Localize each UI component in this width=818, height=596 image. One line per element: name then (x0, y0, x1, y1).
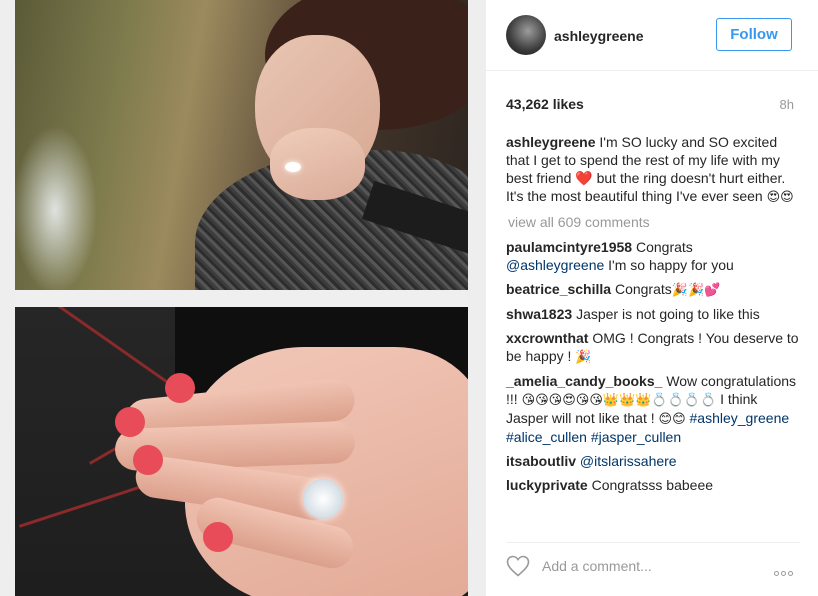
view-all-comments-link[interactable]: view all 609 comments (508, 213, 800, 231)
comment-text: Congratsss babeee (591, 477, 714, 493)
post-username[interactable]: ashleygreene (554, 28, 644, 44)
comment-text: I'm so happy for you (608, 257, 734, 273)
comment-author[interactable]: luckyprivate (506, 477, 588, 493)
comment-author[interactable]: paulamcintyre1958 (506, 239, 632, 255)
comment-author[interactable]: _amelia_candy_books_ (506, 373, 662, 389)
comment-item: shwa1823 Jasper is not going to like thi… (506, 305, 800, 323)
photo-nail (115, 407, 145, 437)
photo-ring-glint (285, 162, 301, 172)
post-timestamp[interactable]: 8h (780, 97, 794, 112)
heart-eyes-emoji: 😍😍 (766, 189, 794, 204)
photo-nail (165, 373, 195, 403)
party-emoji: 🎉🎉💕 (671, 282, 721, 297)
post-photo[interactable] (0, 0, 486, 596)
photo-bottom-ring-hand (15, 307, 468, 596)
photo-engagement-ring (303, 479, 343, 519)
smile-emoji: 😊😊 (658, 411, 686, 426)
comment-item: paulamcintyre1958 Congrats @ashleygreene… (506, 238, 800, 274)
comment-mention[interactable]: @itslarissahere (580, 453, 677, 469)
photo-stripe (22, 307, 188, 398)
comment-text: Jasper is not going to like this (576, 306, 760, 322)
photo-nail (133, 445, 163, 475)
comment-footer (506, 542, 800, 583)
hashtag-link[interactable]: #jasper_cullen (591, 429, 681, 445)
post-side-panel: ashleygreene Follow 43,262 likes 8h ashl… (486, 0, 818, 596)
comment-item: xxcrownthat OMG ! Congrats ! You deserve… (506, 329, 800, 366)
caption: ashleygreene I'm SO lucky and SO excited… (506, 133, 800, 206)
comment-text: Congrats (614, 281, 672, 297)
follow-button[interactable]: Follow (716, 18, 792, 51)
add-comment-input[interactable] (540, 555, 754, 577)
comment-author[interactable]: itsaboutliv (506, 453, 576, 469)
photo-divider (15, 290, 468, 307)
party-emoji: 🎉 (575, 349, 592, 364)
comment-item: _amelia_candy_books_ Wow congratulations… (506, 372, 800, 446)
hashtag-link[interactable]: #alice_cullen (506, 429, 587, 445)
post-header: ashleygreene Follow (486, 0, 818, 71)
red-heart-emoji: ❤️ (575, 170, 593, 186)
avatar[interactable] (506, 15, 546, 55)
caption-author[interactable]: ashleygreene (506, 134, 596, 150)
photo-nail (203, 522, 233, 552)
comment-author[interactable]: beatrice_schilla (506, 281, 611, 297)
photo-hand (270, 128, 365, 200)
comment-author[interactable]: xxcrownthat (506, 330, 588, 346)
more-options-icon[interactable] (774, 563, 800, 576)
kiss-crown-ring-emoji: 😘😘😘😍😘😘👑👑👑💍💍💍💍 (521, 392, 717, 407)
hashtag-link[interactable]: #ashley_greene (690, 410, 790, 426)
comments-list: ashleygreene I'm SO lucky and SO excited… (506, 133, 800, 500)
likes-count[interactable]: 43,262 likes (506, 96, 584, 112)
photo-top-portrait (15, 0, 468, 290)
comment-item: beatrice_schilla Congrats🎉🎉💕 (506, 280, 800, 299)
comment-author[interactable]: shwa1823 (506, 306, 572, 322)
comment-text: Congrats (635, 239, 693, 255)
comment-mention[interactable]: @ashleygreene (506, 257, 604, 273)
comment-item: luckyprivate Congratsss babeee (506, 476, 800, 494)
heart-outline-icon[interactable] (506, 555, 530, 577)
comment-item: itsaboutliv @itslarissahere (506, 452, 800, 470)
